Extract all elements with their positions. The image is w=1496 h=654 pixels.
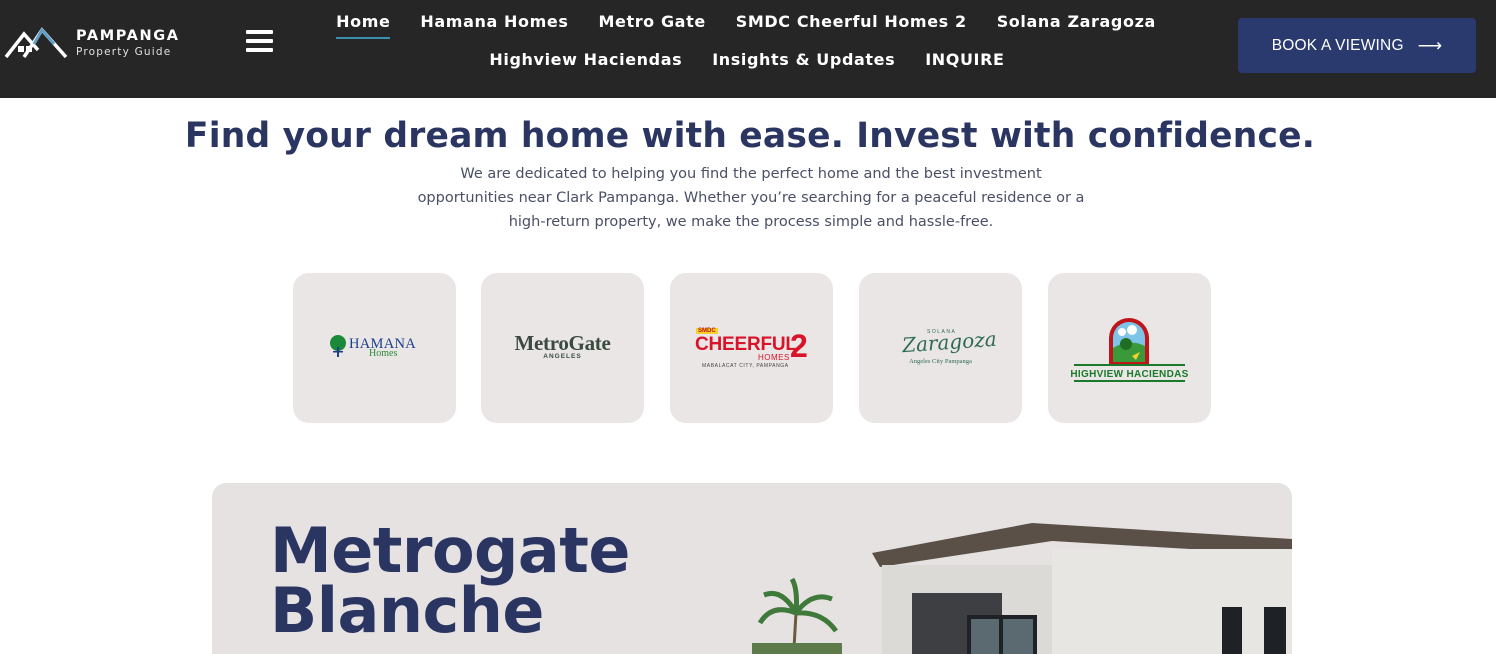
house-illustration [752,523,1292,654]
cheerful-logo-homes: HOMES [758,353,790,362]
nav-insights-updates[interactable]: Insights & Updates [712,50,895,75]
hero-description-line-1: We are dedicated to helping you find the… [460,166,1042,182]
highview-logo-name: HIGHVIEW HACIENDAS [1070,369,1189,380]
arrow-right-icon: ⟶ [1417,35,1443,55]
site-header: PAMPANGA Property Guide Home Hamana Home… [0,0,1496,98]
nav-hamana-homes[interactable]: Hamana Homes [420,12,568,37]
hero-description: We are dedicated to helping you find the… [376,162,1126,234]
highview-emblem-icon [1109,318,1149,364]
hamana-logo-sub: Homes [369,348,398,359]
highview-rule-top [1074,364,1185,366]
nav-solana-zaragoza[interactable]: Solana Zaragoza [997,12,1156,37]
cheerful-logo-city: MABALACAT CITY, PAMPANGA [702,363,789,369]
highview-rule-bottom [1074,380,1185,382]
brand-card-hamana-homes[interactable]: HAMANA Homes [293,273,456,423]
nav-metro-gate[interactable]: Metro Gate [598,12,705,37]
brand-card-metrogate[interactable]: MetroGate ANGELES [481,273,644,423]
hero-description-line-2: opportunities near Clark Pampanga. Wheth… [417,190,1085,206]
brand-card-solana-zaragoza[interactable]: SOLANA Zaragoza Angeles City Pampanga [859,273,1022,423]
featured-property-banner: Metrogate Blanche [212,483,1292,654]
brand-card-cheerful-homes-2[interactable]: SMDC CHEERFUL 2 HOMES MABALACAT CITY, PA… [670,273,833,423]
book-a-viewing-label: BOOK A VIEWING [1271,36,1404,54]
hero-title: Find your dream home with ease. Invest w… [184,116,1316,156]
nav-highview-haciendas[interactable]: Highview Haciendas [489,50,682,75]
featured-title-line-1: Metrogate [270,514,630,587]
featured-property-title: Metrogate Blanche [270,514,630,647]
tree-icon [330,335,346,357]
brand-card-highview-haciendas[interactable]: HIGHVIEW HACIENDAS [1048,273,1211,423]
featured-title-line-2: Blanche [270,574,544,647]
nav-home[interactable]: Home [336,12,391,39]
cheerful-logo-number: 2 [790,328,808,364]
palm-tree-icon [757,577,839,654]
nav-inquire[interactable]: INQUIRE [925,50,1004,75]
hero-description-line-3: high-return property, we make the proces… [508,214,994,230]
nav-smdc-cheerful-homes-2[interactable]: SMDC Cheerful Homes 2 [736,12,967,37]
solana-logo-name: Zaragoza [901,326,998,358]
solana-logo-sub: Angeles City Pampanga [909,358,972,365]
metrogate-logo-sub: ANGELES [543,353,582,360]
book-a-viewing-button[interactable]: BOOK A VIEWING ⟶ [1238,18,1476,73]
